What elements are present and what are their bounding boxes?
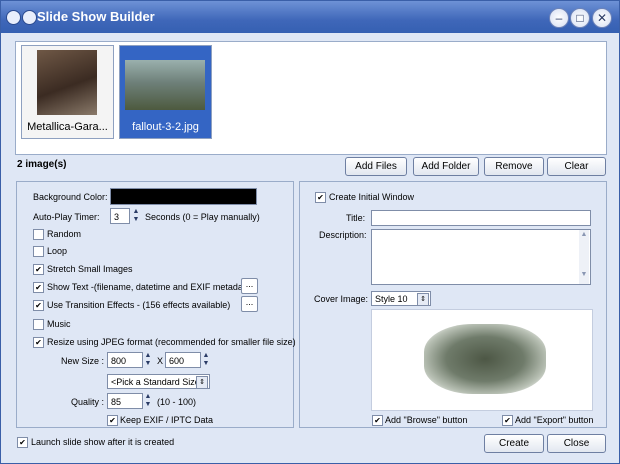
keep-exif-label: Keep EXIF / IPTC Data — [120, 415, 214, 425]
thumbnail-image — [125, 60, 205, 110]
resize-jpeg-label: Resize using JPEG format (recommended fo… — [47, 337, 296, 347]
launch-after-create-checkbox[interactable]: ✔ — [17, 437, 28, 448]
slideshow-options-panel: Background Color: Auto-Play Timer: 3 ▲ ▼ … — [16, 181, 296, 428]
add-files-button[interactable]: Add Files — [345, 157, 407, 176]
height-input[interactable]: 600 — [165, 352, 201, 368]
cover-image-label: Cover Image: — [314, 294, 369, 304]
add-browse-button-checkbox[interactable]: ✔ — [372, 415, 383, 426]
standard-size-dropdown[interactable]: <Pick a Standard Size> ⇕ — [107, 374, 210, 389]
description-label: Description: — [319, 230, 367, 240]
launch-after-create-label: Launch slide show after it is created — [31, 437, 175, 447]
keep-exif-checkbox[interactable]: ✔ — [107, 415, 118, 426]
transition-effects-options-button[interactable]: ... — [241, 296, 258, 312]
title-input[interactable] — [371, 210, 591, 226]
resize-jpeg-checkbox[interactable]: ✔ — [33, 337, 44, 348]
autoplay-timer-spinner[interactable]: ▲ ▼ — [131, 208, 141, 224]
random-label: Random — [47, 229, 82, 239]
cover-image-value: Style 10 — [375, 294, 408, 304]
close-window-button[interactable]: ✕ — [592, 8, 612, 28]
description-textarea[interactable] — [371, 229, 591, 285]
create-initial-window-label: Create Initial Window — [329, 192, 415, 202]
transition-effects-label: Use Transition Effects - (156 effects av… — [47, 300, 231, 310]
loop-checkbox[interactable] — [33, 246, 44, 257]
quality-range-label: (10 - 100) — [157, 397, 197, 407]
size-separator: X — [157, 356, 164, 366]
show-text-checkbox[interactable]: ✔ — [33, 282, 44, 293]
stretch-small-images-label: Stretch Small Images — [47, 264, 133, 274]
minimize-button[interactable]: – — [549, 8, 569, 28]
image-count: 2 image(s) — [17, 159, 67, 170]
remove-button[interactable]: Remove — [484, 157, 544, 176]
width-spinner[interactable]: ▲ ▼ — [143, 352, 153, 368]
autoplay-timer-label: Auto-Play Timer: — [33, 212, 100, 222]
window-title: Slide Show Builder — [37, 9, 155, 24]
chevron-down-icon: ⇕ — [417, 293, 429, 306]
title-bar[interactable]: Slide Show Builder – □ ✕ — [1, 1, 619, 33]
cover-image-preview — [371, 309, 593, 411]
width-input[interactable]: 800 — [107, 352, 143, 368]
autoplay-timer-input[interactable]: 3 — [110, 208, 130, 224]
pin-icon[interactable] — [22, 10, 37, 25]
close-button[interactable]: Close — [547, 434, 606, 453]
quality-label: Quality : — [71, 397, 105, 407]
initial-window-panel: ✔ Create Initial Window Title: Descripti… — [299, 181, 607, 428]
cover-image-picture — [424, 324, 546, 394]
maximize-button[interactable]: □ — [570, 8, 590, 28]
height-spinner[interactable]: ▲ ▼ — [201, 352, 211, 368]
background-color-swatch[interactable] — [110, 188, 257, 205]
chevron-down-icon: ⇕ — [196, 376, 208, 389]
autoplay-timer-suffix: Seconds (0 = Play manually) — [145, 212, 260, 222]
cover-image-dropdown[interactable]: Style 10 ⇕ — [371, 291, 431, 306]
music-label: Music — [47, 319, 71, 329]
loop-label: Loop — [47, 246, 68, 256]
background-color-label: Background Color: — [33, 192, 108, 202]
show-text-options-button[interactable]: ... — [241, 278, 258, 294]
quality-spinner[interactable]: ▲ ▼ — [143, 393, 153, 409]
create-initial-window-checkbox[interactable]: ✔ — [315, 192, 326, 203]
add-export-button-checkbox[interactable]: ✔ — [502, 415, 513, 426]
slide-show-builder-window: Slide Show Builder – □ ✕ Metallica-Gara.… — [0, 0, 620, 464]
stretch-small-images-checkbox[interactable]: ✔ — [33, 264, 44, 275]
app-icon[interactable] — [6, 10, 21, 25]
random-checkbox[interactable] — [33, 229, 44, 240]
thumbnail-image — [37, 50, 97, 115]
add-folder-button[interactable]: Add Folder — [413, 157, 479, 176]
add-export-button-label: Add "Export" button — [515, 415, 594, 425]
music-checkbox[interactable] — [33, 319, 44, 330]
show-text-label: Show Text -(filename, datetime and EXIF … — [47, 282, 254, 292]
thumbnail-label: fallout-3-2.jpg — [132, 121, 199, 133]
standard-size-value: <Pick a Standard Size> — [111, 377, 206, 387]
clear-button[interactable]: Clear — [547, 157, 606, 176]
add-browse-button-label: Add "Browse" button — [385, 415, 468, 425]
new-size-label: New Size : — [61, 356, 105, 366]
thumbnail-item[interactable]: Metallica-Gara... — [21, 45, 114, 139]
image-thumbnail-list[interactable]: Metallica-Gara... fallout-3-2.jpg — [15, 41, 607, 155]
quality-input[interactable]: 85 — [107, 393, 143, 409]
title-label: Title: — [346, 213, 366, 223]
description-scrollbar[interactable]: ▲ ▼ — [579, 230, 589, 284]
thumbnail-item-selected[interactable]: fallout-3-2.jpg — [119, 45, 212, 139]
thumbnail-label: Metallica-Gara... — [27, 121, 108, 133]
transition-effects-checkbox[interactable]: ✔ — [33, 300, 44, 311]
create-button[interactable]: Create — [484, 434, 544, 453]
